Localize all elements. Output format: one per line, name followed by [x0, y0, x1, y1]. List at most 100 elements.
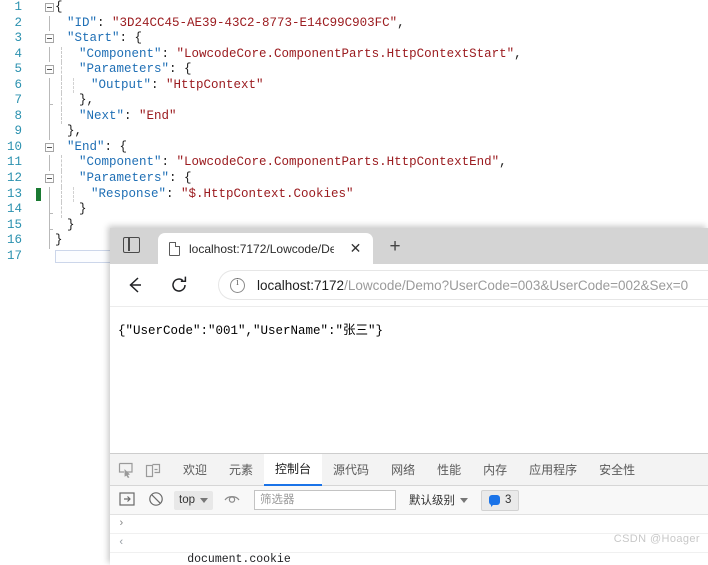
editor-line: 4 "Component": "LowcodeCore.ComponentPart… [0, 46, 708, 63]
token-key: "Parameters" [79, 62, 170, 77]
token-pun: , [514, 46, 522, 61]
token-pun: } [67, 217, 75, 232]
devtools-tab-8[interactable]: 安全性 [588, 455, 646, 485]
editor-line-code: "Component": "LowcodeCore.ComponentParts… [79, 47, 522, 63]
editor-line: 9}, [0, 124, 708, 140]
indent-guide [61, 62, 62, 78]
token-key: "Component" [79, 46, 162, 61]
token-pun: : [166, 186, 182, 201]
devtools-tab-bar: 欢迎 元素 控制台 源代码 网络 性能 内存 应用程序 安全性 [110, 453, 708, 486]
message-count-badge[interactable]: 3 [481, 489, 520, 511]
site-info-icon[interactable] [230, 277, 245, 293]
editor-line: 11 "Component": "LowcodeCore.ComponentPar… [0, 155, 708, 172]
token-pun: { [55, 0, 63, 14]
chevron-down-icon [460, 497, 468, 503]
line-number: 9 [14, 124, 22, 139]
url-path: /Lowcode/Demo?UserCode=003&UserCode=002&… [344, 277, 689, 293]
token-pun: } [55, 233, 63, 248]
editor-line: 13 "Response": "$.HttpContext.Cookies" [0, 186, 708, 203]
editor-line-code: "Parameters": { [79, 62, 192, 78]
execution-context-select[interactable]: top [174, 490, 213, 510]
token-key: "End" [67, 139, 105, 154]
devtools-tab-1[interactable]: 元素 [218, 455, 264, 485]
token-pun: : [161, 46, 177, 61]
token-key: "Parameters" [79, 171, 170, 186]
token-str: "LowcodeCore.ComponentParts.HttpContextE… [176, 155, 500, 170]
fold-toggle-icon[interactable] [45, 3, 54, 12]
editor-line: 3 "Start": { [0, 31, 708, 47]
reload-button[interactable] [164, 270, 194, 300]
console-sidebar-icon[interactable] [117, 490, 139, 510]
message-bubble-icon [489, 495, 500, 507]
token-str: "HttpContext" [166, 77, 264, 92]
devtools-tabs: 欢迎 元素 控制台 源代码 网络 性能 内存 应用程序 安全性 [172, 453, 646, 486]
line-number: 1 [14, 0, 22, 14]
token-key: "Next" [79, 108, 125, 123]
token-str: "LowcodeCore.ComponentParts.HttpContextS… [176, 46, 515, 61]
editor-line-code: "End": { [67, 140, 127, 156]
token-pun: : { [104, 139, 128, 154]
fold-guide [49, 233, 50, 249]
token-key: "Output" [91, 77, 152, 92]
devtools-tab-2[interactable]: 控制台 [264, 453, 323, 486]
token-pun: : [151, 77, 167, 92]
line-number: 5 [14, 62, 22, 77]
line-number: 8 [14, 108, 22, 123]
devtools-tab-5[interactable]: 性能 [426, 455, 472, 485]
fold-guide [49, 186, 50, 203]
fold-toggle-icon[interactable] [45, 142, 54, 152]
fold-toggle-icon[interactable] [45, 65, 54, 75]
token-pun: , [499, 155, 507, 170]
devtools-tab-4[interactable]: 网络 [380, 455, 426, 485]
browser-tab[interactable]: localhost:7172/Lowcode/Demo?U ✕ [158, 233, 373, 264]
device-toolbar-icon[interactable] [144, 461, 164, 479]
result-prompt-icon: ‹ [118, 537, 125, 549]
fold-toggle-icon[interactable] [45, 34, 54, 44]
devtools-tab-7[interactable]: 应用程序 [518, 455, 588, 485]
line-number: 11 [6, 155, 22, 170]
browser-navigation-bar: localhost:7172/Lowcode/Demo?UserCode=003… [110, 264, 708, 306]
live-expression-icon[interactable] [222, 490, 244, 510]
token-str: "$.HttpContext.Cookies" [181, 186, 354, 201]
devtools-panel: 欢迎 元素 控制台 源代码 网络 性能 内存 应用程序 安全性 top 筛选器 … [110, 453, 708, 565]
devtools-tab-6[interactable]: 内存 [472, 455, 518, 485]
console-toolbar: top 默认级别 3 [110, 486, 708, 515]
page-favicon-icon [169, 241, 180, 256]
token-pun: , [397, 15, 405, 30]
editor-line-code: "Component": "LowcodeCore.ComponentParts… [79, 155, 507, 171]
url-host: localhost:7172 [257, 277, 345, 293]
line-number: 16 [6, 233, 22, 248]
token-pun: : { [169, 171, 192, 186]
line-number: 14 [6, 202, 22, 217]
token-key: "Component" [79, 155, 162, 170]
editor-line-code: "Response": "$.HttpContext.Cookies" [91, 187, 354, 203]
change-marker [36, 187, 41, 201]
token-pun: : { [169, 62, 192, 77]
fold-guide [49, 217, 53, 234]
indent-guide [61, 171, 62, 187]
fold-guide [49, 93, 53, 109]
inspect-element-icon[interactable] [117, 461, 137, 479]
tab-search-icon[interactable] [123, 237, 140, 253]
console-filter-input[interactable] [254, 490, 396, 510]
log-level-select[interactable]: 默认级别 [409, 492, 468, 508]
page-body-text: {"UserCode":"001","UserName":"张三"} [118, 324, 384, 338]
devtools-tab-0[interactable]: 欢迎 [172, 455, 218, 485]
watermark: CSDN @Hoager [613, 533, 700, 545]
indent-guide [73, 77, 74, 94]
clear-console-icon[interactable] [146, 490, 168, 510]
editor-line-code: } [67, 218, 75, 234]
back-button[interactable] [120, 270, 150, 300]
close-tab-icon[interactable]: ✕ [348, 241, 363, 256]
token-pun: }, [79, 93, 95, 108]
line-number: 15 [6, 217, 22, 232]
execution-context-value: top [179, 493, 195, 506]
console-input-line: › document.cookie [110, 515, 708, 565]
address-bar[interactable]: localhost:7172/Lowcode/Demo?UserCode=003… [218, 270, 708, 300]
devtools-tab-3[interactable]: 源代码 [322, 455, 380, 485]
line-number: 3 [14, 31, 22, 46]
new-tab-button[interactable]: + [385, 237, 405, 257]
fold-toggle-icon[interactable] [45, 174, 54, 184]
token-pun: : { [119, 31, 143, 46]
line-number: 12 [6, 171, 22, 186]
